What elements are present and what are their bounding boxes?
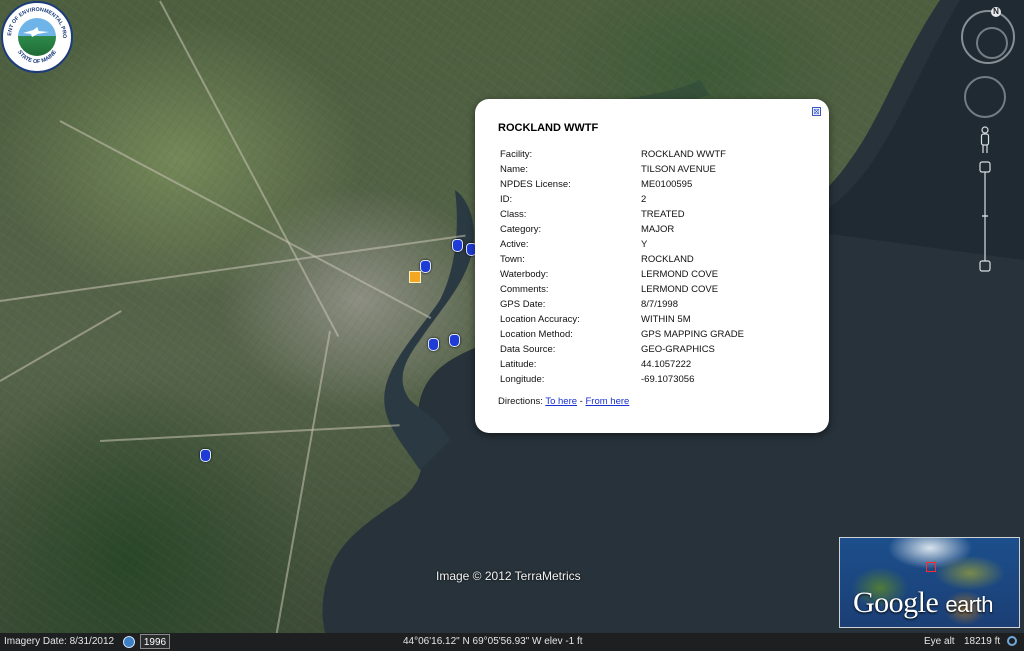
attribute-value: TREATED	[641, 209, 685, 220]
attribute-row: Waterbody: LERMOND COVE	[498, 267, 744, 282]
navigation-controls: N	[959, 6, 1021, 276]
attribute-row: Active: Y	[498, 237, 744, 252]
attribute-key: Comments:	[500, 284, 549, 295]
attribute-key: NPDES License:	[500, 179, 571, 190]
info-balloon: ROCKLAND WWTF ⊠ Facility: ROCKLAND WWTF Na…	[475, 99, 829, 433]
maine-dep-logo: DEPARTMENT OF ENVIRONMENTAL PROTECTION S…	[1, 1, 73, 73]
attribute-key: Latitude:	[500, 359, 537, 370]
attribute-value: WITHIN 5M	[641, 314, 691, 325]
attribute-value: ME0100595	[641, 179, 693, 190]
attribute-value: LERMOND COVE	[641, 269, 719, 280]
attribute-value: 8/7/1998	[641, 299, 678, 310]
attribute-key: Longitude:	[500, 374, 545, 385]
attribute-row: Data Source: GEO-GRAPHICS	[498, 342, 744, 357]
attribute-row: Location Method: GPS MAPPING GRADE	[498, 327, 744, 342]
attribute-table: Facility: ROCKLAND WWTF Name: TILSON AVENUE…	[498, 147, 744, 387]
attribute-value: ROCKLAND WWTF	[641, 149, 726, 160]
directions-from-here-link[interactable]: From here	[585, 396, 629, 407]
facility-marker[interactable]	[428, 338, 439, 351]
imagery-date: Imagery Date: 8/31/2012	[4, 636, 115, 647]
attribute-value: LERMOND COVE	[641, 284, 719, 295]
historical-imagery-clock-icon[interactable]	[123, 636, 135, 648]
attribute-key: Data Source:	[500, 344, 556, 355]
attribute-key: Location Method:	[500, 329, 573, 340]
look-joystick[interactable]	[961, 10, 1015, 64]
historical-year-badge[interactable]: 1996	[140, 634, 170, 649]
attribute-key: Facility:	[500, 149, 533, 160]
attribute-key: Waterbody:	[500, 269, 549, 280]
attribute-row: Class: TREATED	[498, 207, 744, 222]
attribute-row: Town: ROCKLAND	[498, 252, 744, 267]
directions: Directions: To here - From here	[498, 396, 629, 407]
attribute-value: -69.1073056	[641, 374, 695, 385]
attribute-row: NPDES License: ME0100595	[498, 177, 744, 192]
attribute-row: Facility: ROCKLAND WWTF	[498, 147, 744, 162]
attribute-value: MAJOR	[641, 224, 675, 235]
attribute-value: Y	[641, 239, 648, 250]
north-indicator[interactable]: N	[991, 7, 1001, 17]
eye-alt-value: 18219 ft	[964, 636, 1001, 647]
directions-label: Directions:	[498, 396, 543, 407]
cursor-coordinates: 44°06'16.12" N 69°05'56.93" W elev -1 ft	[403, 636, 583, 647]
directions-to-here-link[interactable]: To here	[545, 396, 577, 407]
attribute-key: Location Accuracy:	[500, 314, 580, 325]
attribute-key: Class:	[500, 209, 527, 220]
attribute-row: Comments: LERMOND COVE	[498, 282, 744, 297]
attribute-value: GPS MAPPING GRADE	[641, 329, 744, 340]
overview-location-marker	[926, 562, 936, 572]
attribute-key: ID:	[500, 194, 513, 205]
attribute-row: Category: MAJOR	[498, 222, 744, 237]
facility-marker[interactable]	[200, 449, 211, 462]
facility-marker[interactable]	[449, 334, 460, 347]
zoom-slider[interactable]	[979, 161, 991, 273]
attribute-value: ROCKLAND	[641, 254, 694, 265]
look-joystick-center[interactable]	[976, 27, 1008, 59]
attribute-row: Location Accuracy: WITHIN 5M	[498, 312, 744, 327]
street-view-person-icon[interactable]	[978, 126, 992, 154]
attribute-key: Category:	[500, 224, 542, 235]
attribute-row: Latitude: 44.1057222	[498, 357, 744, 372]
attribute-row: ID: 2	[498, 192, 744, 207]
selected-facility-marker[interactable]	[409, 271, 421, 283]
attribute-row: Longitude: -69.1073056	[498, 372, 744, 387]
attribute-value: 44.1057222	[641, 359, 692, 370]
attribute-value: GEO-GRAPHICS	[641, 344, 715, 355]
attribute-value: 2	[641, 194, 647, 205]
attribute-key: Town:	[500, 254, 525, 265]
status-bar: Imagery Date: 8/31/2012 1996 44°06'16.12…	[0, 633, 1024, 651]
attribute-key: Active:	[500, 239, 529, 250]
facility-marker[interactable]	[452, 239, 463, 252]
logo-emblem	[18, 18, 56, 56]
google-earth-logo-google: Google	[853, 586, 939, 619]
balloon-title: ROCKLAND WWTF	[498, 122, 599, 134]
facility-marker[interactable]	[420, 260, 431, 273]
attribute-value: TILSON AVENUE	[641, 164, 716, 175]
attribute-key: GPS Date:	[500, 299, 546, 310]
google-earth-logo-earth: earth	[945, 592, 993, 617]
streaming-status-icon	[1007, 636, 1017, 646]
imagery-copyright: Image © 2012 TerraMetrics	[436, 569, 581, 583]
attribute-row: GPS Date: 8/7/1998	[498, 297, 744, 312]
close-icon[interactable]: ⊠	[812, 107, 821, 116]
attribute-key: Name:	[500, 164, 528, 175]
google-earth-logo: Google earth	[853, 586, 993, 620]
move-joystick[interactable]	[964, 76, 1006, 118]
eye-alt-label: Eye alt	[924, 636, 955, 647]
attribute-row: Name: TILSON AVENUE	[498, 162, 744, 177]
